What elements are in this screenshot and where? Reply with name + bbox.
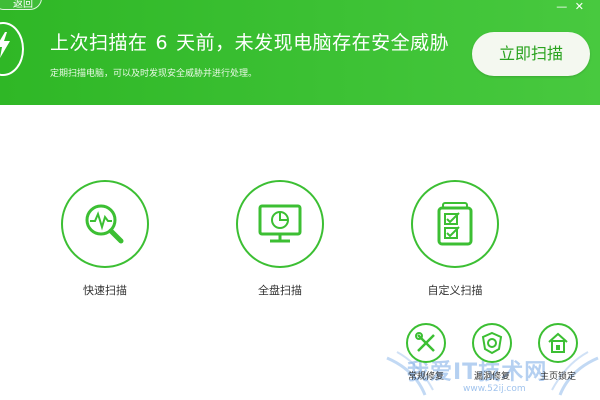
vulnerability-repair-tool[interactable]: 漏洞修复 — [462, 323, 522, 382]
regular-repair-tool[interactable]: 常规修复 — [396, 323, 456, 382]
window-controls[interactable]: — ✕ — [556, 0, 586, 13]
watermark-url: www.52ij.com — [463, 384, 526, 394]
custom-scan-option[interactable]: 自定义扫描 — [395, 180, 515, 298]
title-suffix: 天前，未发现电脑存在安全威胁 — [176, 32, 450, 54]
custom-scan-label: 自定义扫描 — [427, 284, 483, 297]
scan-status-banner: 返回 — ✕ 上次扫描在 6 天前，未发现电脑存在安全威胁 定期扫描电脑，可以及时发… — [0, 0, 600, 105]
lightning-icon — [0, 22, 24, 76]
homepage-lock-tool[interactable]: 主页锁定 — [528, 323, 588, 382]
quick-scan-label: 快速扫描 — [83, 284, 127, 297]
days-since-scan: 6 — [155, 32, 169, 54]
title-prefix: 上次扫描在 — [50, 32, 148, 54]
scan-status-subtitle: 定期扫描电脑，可以及时发现安全威胁并进行处理。 — [50, 69, 258, 79]
scan-status-title: 上次扫描在 6 天前，未发现电脑存在安全威胁 — [50, 28, 449, 55]
regular-repair-label: 常规修复 — [407, 372, 444, 382]
house-lock-icon[interactable] — [538, 323, 578, 363]
magnifier-pulse-icon[interactable] — [61, 180, 149, 268]
homepage-lock-label: 主页锁定 — [539, 372, 576, 382]
monitor-chart-icon[interactable] — [236, 180, 324, 268]
scan-now-button[interactable]: 立即扫描 — [472, 32, 590, 76]
wrench-screwdriver-icon[interactable] — [406, 323, 446, 363]
vulnerability-repair-label: 漏洞修复 — [473, 372, 510, 382]
back-button[interactable]: 返回 — [0, 0, 42, 10]
quick-scan-option[interactable]: 快速扫描 — [45, 180, 165, 298]
shield-patch-icon[interactable] — [472, 323, 512, 363]
full-scan-option[interactable]: 全盘扫描 — [220, 180, 340, 298]
full-scan-label: 全盘扫描 — [258, 284, 302, 297]
checklist-icon[interactable] — [411, 180, 499, 268]
